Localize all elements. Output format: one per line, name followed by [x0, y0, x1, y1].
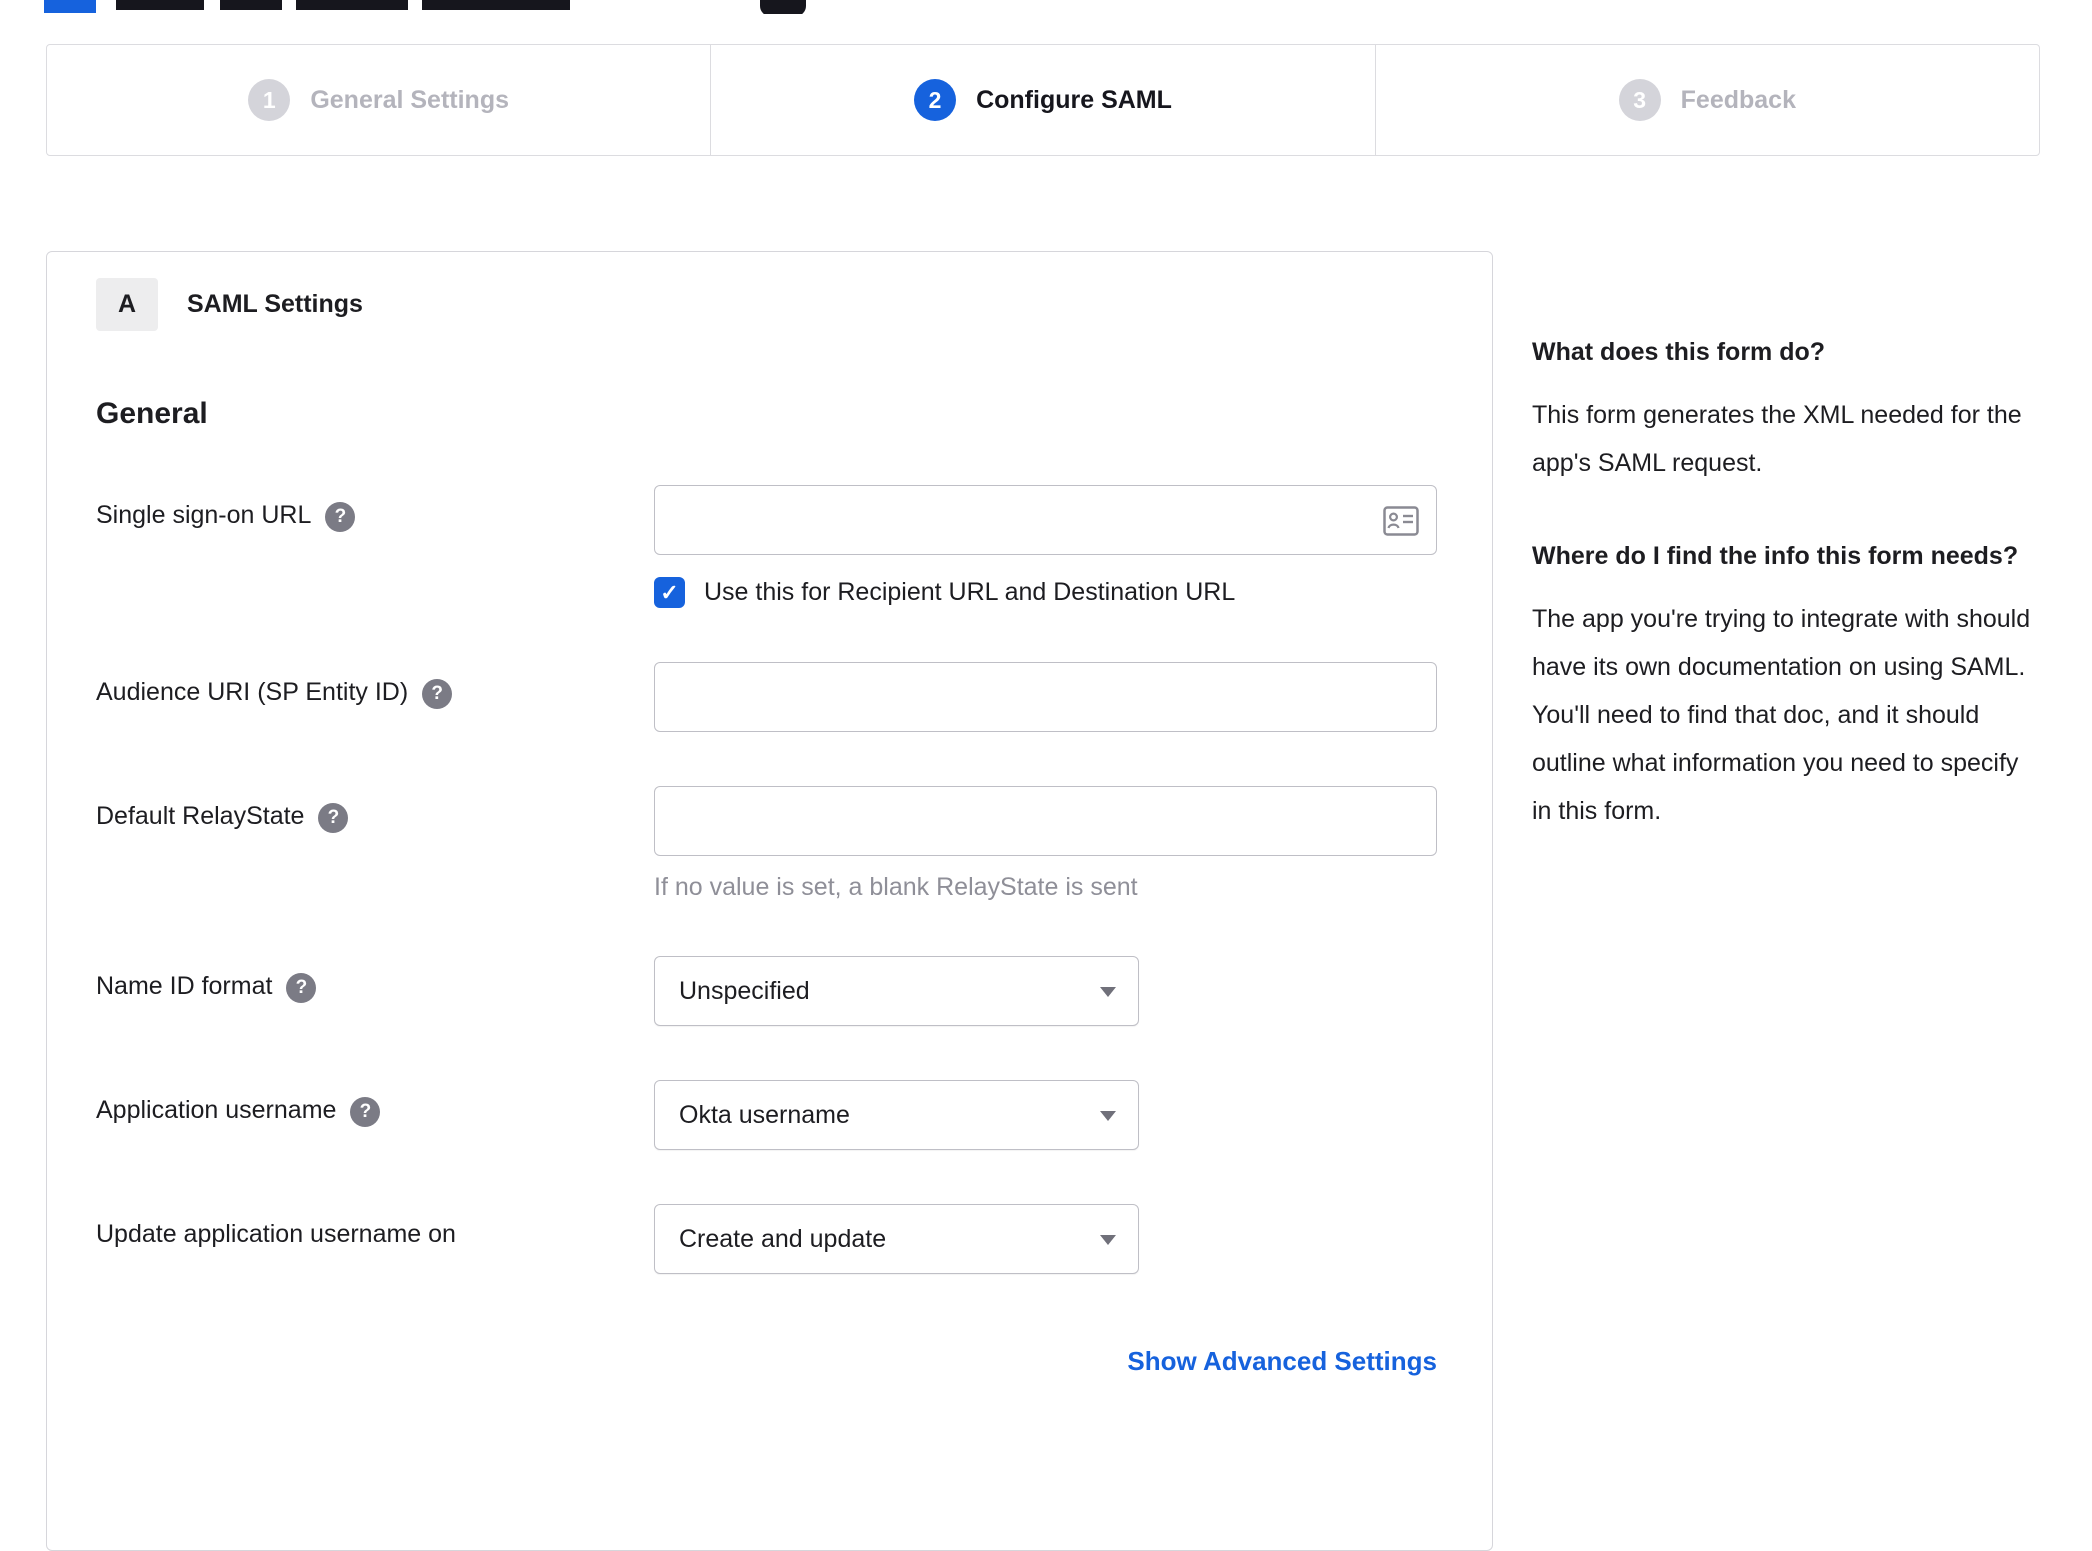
step-label: Feedback [1680, 85, 1796, 114]
field-control [654, 662, 1437, 732]
field-label-wrap: Single sign-on URL [96, 485, 654, 608]
header-text-fragment [296, 0, 408, 10]
step-number-badge: 3 [1618, 79, 1661, 121]
field-label: Audience URI (SP Entity ID) [96, 678, 409, 706]
field-control: Use this for Recipient URL and Destinati… [654, 485, 1437, 608]
wizard-step-general-settings[interactable]: 1 General Settings [46, 44, 712, 156]
field-control: Unspecified [654, 956, 1139, 1026]
wizard-step-configure-saml[interactable]: 2 Configure SAML [710, 44, 1376, 156]
help-icon[interactable] [422, 679, 453, 709]
sidebar-body: This form generates the XML needed for t… [1532, 401, 2022, 477]
field-label: Update application username on [96, 1220, 456, 1248]
form-row-audience-uri: Audience URI (SP Entity ID) [96, 662, 1443, 732]
sidebar-body: The app you're trying to integrate with … [1532, 605, 2031, 825]
help-sidebar: What does this form do? This form genera… [1532, 251, 2032, 881]
step-label: General Settings [310, 85, 509, 114]
field-label-wrap: Update application username on [96, 1204, 654, 1274]
field-label-wrap: Name ID format [96, 956, 654, 1026]
header-text-fragment [422, 0, 570, 10]
field-control: Create and update [654, 1204, 1139, 1274]
audience-uri-input[interactable] [654, 662, 1437, 732]
default-relaystate-input[interactable] [654, 786, 1437, 856]
recipient-url-checkbox[interactable] [654, 577, 685, 608]
field-label-wrap: Default RelayState [96, 786, 654, 902]
field-label-wrap: Application username [96, 1080, 654, 1150]
recipient-url-checkbox-row: Use this for Recipient URL and Destinati… [654, 577, 1437, 608]
checkbox-label: Use this for Recipient URL and Destinati… [704, 578, 1236, 606]
section-header: A SAML Settings [96, 278, 1443, 331]
chevron-down-icon [1100, 987, 1116, 997]
field-label: Default RelayState [96, 802, 305, 830]
step-label: Configure SAML [976, 85, 1172, 114]
group-title: General [96, 397, 208, 430]
sidebar-heading: What does this form do? [1532, 338, 1826, 366]
form-row-single-sign-on-url: Single sign-on URL ? ✓ Use this for Reci… [96, 485, 1443, 608]
step-number-badge: 1 [248, 79, 291, 121]
field-label: Name ID format [96, 972, 273, 1000]
section-title: SAML Settings [187, 290, 363, 318]
form-row-application-username: Application username Okta username [96, 1080, 1443, 1150]
sidebar-heading: Where do I find the info this form needs… [1532, 542, 2019, 570]
show-advanced-settings-link[interactable]: Show Advanced Settings [1127, 1346, 1437, 1376]
help-icon[interactable] [350, 1097, 381, 1127]
form-row-name-id-format: Name ID format Unspecified [96, 956, 1443, 1026]
field-control: If no value is set, a blank RelayState i… [654, 786, 1437, 902]
field-label-wrap: Audience URI (SP Entity ID) [96, 662, 654, 732]
single-sign-on-url-input[interactable] [654, 485, 1437, 555]
help-icon[interactable] [318, 803, 349, 833]
select-value: Okta username [679, 1100, 850, 1129]
field-hint: If no value is set, a blank RelayState i… [654, 873, 1138, 901]
field-label: Single sign-on URL [96, 501, 312, 529]
chevron-down-icon [1100, 1111, 1116, 1121]
check-icon [660, 582, 678, 604]
help-icon[interactable] [325, 502, 356, 532]
help-icon[interactable] [286, 973, 317, 1003]
header-text-fragment [116, 0, 204, 10]
clipped-page-header [0, 0, 2092, 14]
form-row-default-relaystate: Default RelayState If no value is set, a… [96, 786, 1443, 902]
saml-settings-panel: A SAML Settings General Single sign-on U… [46, 251, 1493, 1551]
chevron-down-icon [1100, 1235, 1116, 1245]
select-value: Unspecified [679, 976, 810, 1005]
advanced-settings-row: Show Advanced Settings [96, 1346, 1437, 1377]
header-icon-fragment [760, 0, 806, 14]
field-control: Okta username [654, 1080, 1139, 1150]
step-number-badge: 2 [914, 79, 957, 121]
field-label: Application username [96, 1096, 337, 1124]
address-book-icon[interactable] [1383, 506, 1419, 536]
input-wrap [654, 485, 1437, 555]
update-application-username-select[interactable]: Create and update [654, 1204, 1139, 1274]
wizard-steps-bar: 1 General Settings 2 Configure SAML 3 Fe… [46, 44, 2040, 156]
app-logo-fragment [44, 0, 96, 13]
wizard-step-feedback[interactable]: 3 Feedback [1374, 44, 2040, 156]
section-badge: A [96, 278, 158, 331]
main-content: A SAML Settings General Single sign-on U… [0, 251, 2092, 1551]
form-row-update-application-username: Update application username on Create an… [96, 1204, 1443, 1274]
header-text-fragment [220, 0, 282, 10]
name-id-format-select[interactable]: Unspecified [654, 956, 1139, 1026]
select-value: Create and update [679, 1224, 887, 1253]
application-username-select[interactable]: Okta username [654, 1080, 1139, 1150]
